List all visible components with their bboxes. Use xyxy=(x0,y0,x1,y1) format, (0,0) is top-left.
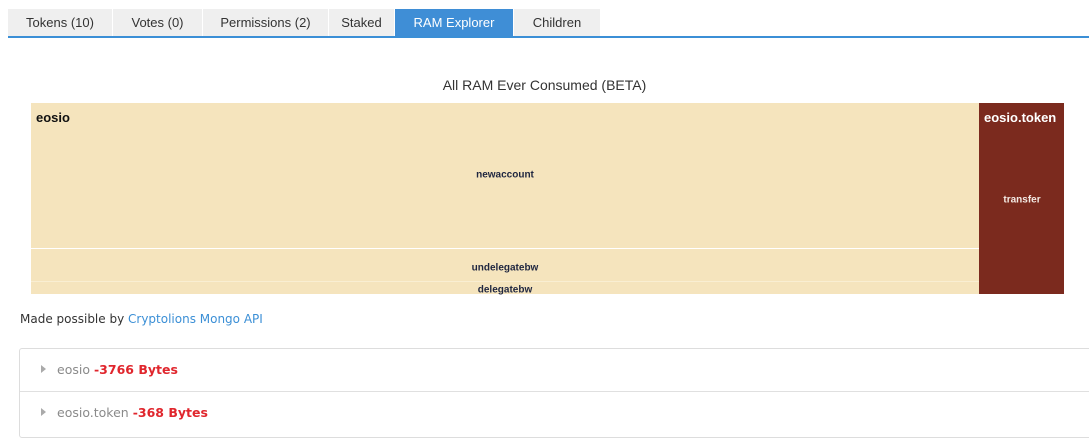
list-item[interactable]: eosio.token -368 Bytes xyxy=(20,391,1089,433)
treemap-leaf-newaccount[interactable]: newaccount xyxy=(31,103,979,249)
treemap-leaf-delegatebw[interactable]: delegatebw xyxy=(31,283,979,296)
account-name: eosio xyxy=(57,362,90,377)
tab-tokens[interactable]: Tokens (10) xyxy=(8,9,112,36)
bytes-value: -368 Bytes xyxy=(132,405,208,420)
tab-bar: Tokens (10) Votes (0) Permissions (2) St… xyxy=(8,9,1089,38)
cryptolions-link[interactable]: Cryptolions Mongo API xyxy=(128,312,263,326)
leaf-label-transfer: transfer xyxy=(1003,194,1041,206)
group-label-eosio: eosio xyxy=(36,110,70,125)
chart-title: All RAM Ever Consumed (BETA) xyxy=(442,77,647,93)
account-name: eosio.token xyxy=(57,405,129,420)
caret-right-icon xyxy=(41,408,46,416)
tab-votes[interactable]: Votes (0) xyxy=(112,9,202,36)
list-item-label: eosio -3766 Bytes xyxy=(57,362,178,377)
tab-children[interactable]: Children xyxy=(513,9,600,36)
list-item-label: eosio.token -368 Bytes xyxy=(57,405,208,420)
list-item[interactable]: eosio -3766 Bytes xyxy=(20,349,1089,391)
tab-staked[interactable]: Staked xyxy=(328,9,394,36)
group-label-eosio-token: eosio.token xyxy=(984,110,1057,125)
tab-permissions[interactable]: Permissions (2) xyxy=(202,9,328,36)
bytes-value: -3766 Bytes xyxy=(93,362,178,377)
credit-prefix: Made possible by xyxy=(20,312,128,326)
treemap-group-eosio-token[interactable]: transfer xyxy=(979,103,1064,294)
credit-line: Made possible by Cryptolions Mongo API xyxy=(20,312,263,326)
treemap-leaf-undelegatebw[interactable]: undelegatebw xyxy=(31,250,979,282)
tab-ram-explorer[interactable]: RAM Explorer xyxy=(394,9,513,36)
caret-right-icon xyxy=(41,365,46,373)
ram-treemap: newaccount undelegatebw delegatebw eosio… xyxy=(31,103,1064,296)
ram-account-list: eosio -3766 Bytes eosio.token -368 Bytes xyxy=(19,348,1089,438)
leaf-label-delegatebw: delegatebw xyxy=(477,284,533,296)
leaf-label-undelegatebw: undelegatebw xyxy=(471,262,539,274)
leaf-label-newaccount: newaccount xyxy=(476,169,534,181)
